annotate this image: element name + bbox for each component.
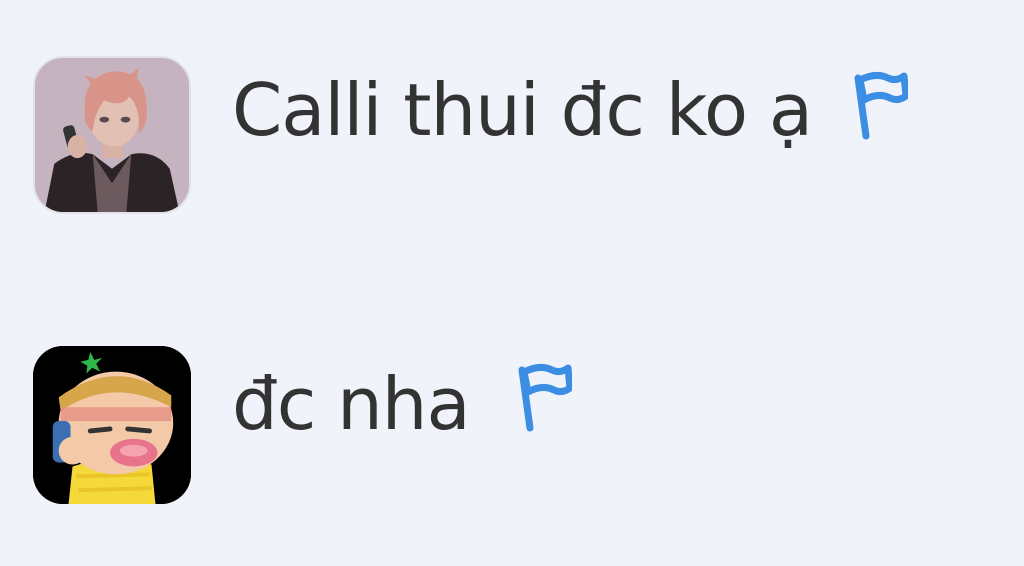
cartoon-baby-avatar-icon <box>33 346 191 504</box>
comment-text: đc nha <box>232 362 471 446</box>
user-avatar[interactable] <box>33 346 191 504</box>
anime-boy-avatar-icon <box>35 58 189 212</box>
report-flag-icon[interactable] <box>848 70 908 140</box>
comment-text: Calli thui đc ko ạ <box>232 68 813 152</box>
report-flag-icon[interactable] <box>512 362 572 432</box>
user-avatar[interactable] <box>33 56 191 214</box>
